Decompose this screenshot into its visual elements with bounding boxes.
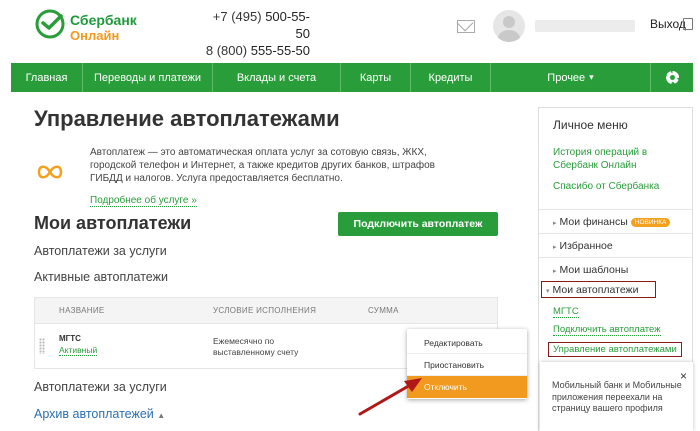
services-autopayments-title: Автоплатежи за услуги — [34, 244, 167, 258]
nav-item-home[interactable]: Главная — [11, 63, 83, 92]
sidebar-item-templates[interactable]: ▸ Мои шаблоны — [539, 257, 692, 281]
logout-link[interactable]: Выход — [650, 17, 686, 31]
sidebar-subitem-mgts[interactable]: МГТС — [553, 306, 579, 318]
chevron-right-icon: ▸ — [553, 220, 557, 227]
sidebar-subitem-manage[interactable]: Управление автоплатежами — [548, 342, 682, 357]
active-autopayments-title: Активные автоплатежи — [34, 270, 168, 284]
column-header-name[interactable]: Название — [59, 306, 105, 315]
archive-label: Архив автоплатежей — [34, 407, 154, 421]
table-header: Название Условие исполнения Сумма — [35, 298, 497, 324]
phone-russia: 8 (800) 555-55-50 — [205, 43, 310, 58]
row-condition: Ежемесячно по выставленному счету — [213, 336, 299, 357]
phone-moscow: +7 (495) 500-55-50 — [212, 9, 310, 41]
services-autopayments-title-2: Автоплатежи за услуги — [34, 380, 167, 394]
chevron-down-icon: ▾ — [546, 288, 550, 295]
username-blurred[interactable] — [535, 20, 635, 32]
chevron-right-icon: ▸ — [553, 268, 557, 275]
header: Сбербанк Онлайн +7 (495) 500-55-50 8 (80… — [0, 0, 700, 62]
logo-text-sberbank: Сбербанк — [70, 12, 137, 28]
column-header-condition[interactable]: Условие исполнения — [213, 306, 316, 315]
autopayment-description: Автоплатеж — это автоматическая оплата у… — [90, 147, 435, 184]
sidebar-link-thanks[interactable]: Спасибо от Сбербанка — [553, 180, 659, 193]
nav-item-deposits[interactable]: Вклады и счета — [213, 63, 341, 92]
sidebar-item-my-autopayments[interactable]: ▾ Мои автоплатежи — [541, 281, 656, 298]
row-status[interactable]: Активный — [59, 345, 98, 356]
infinity-icon — [37, 165, 63, 179]
main-navigation: Главная Переводы и платежи Вклады и счет… — [11, 63, 693, 92]
mail-icon[interactable] — [457, 20, 475, 33]
more-about-service-link[interactable]: Подробнее об услуге » — [90, 195, 197, 207]
nav-item-transfers[interactable]: Переводы и платежи — [83, 63, 213, 92]
settings-button[interactable] — [651, 63, 693, 92]
sberbank-logo[interactable]: Сбербанк Онлайн — [34, 8, 184, 48]
chevron-right-icon: ▸ — [553, 244, 557, 251]
new-badge: новинка — [630, 217, 671, 227]
avatar[interactable] — [493, 10, 525, 42]
my-autopayments-title: Мои автоплатежи — [34, 213, 192, 233]
sidebar-link-history[interactable]: История операций в Сбербанк Онлайн — [553, 146, 683, 172]
sberbank-logo-icon — [35, 9, 65, 39]
drag-handle-icon[interactable] — [39, 338, 45, 354]
popup-text: Мобильный банк и Мобильные приложения пе… — [552, 380, 682, 413]
chevron-up-icon: ▲ — [157, 411, 166, 420]
personal-menu-title: Личное меню — [553, 118, 628, 132]
logout-icon[interactable] — [683, 18, 693, 30]
close-icon[interactable]: × — [680, 370, 692, 382]
column-header-amount[interactable]: Сумма — [368, 306, 399, 315]
connect-autopayment-button[interactable]: Подключить автоплатеж — [338, 212, 498, 236]
sidebar-item-my-finances[interactable]: ▸ Мои финансы новинка — [539, 209, 692, 233]
nav-item-other[interactable]: Прочее ▾ — [491, 63, 651, 92]
sidebar-item-favorites[interactable]: ▸ Избранное — [539, 233, 692, 257]
logo-text-online: Онлайн — [70, 28, 120, 43]
page-title: Управление автоплатежами — [34, 106, 340, 131]
annotation-arrow-icon — [358, 378, 422, 416]
sidebar-subitem-connect[interactable]: Подключить автоплатеж — [553, 324, 661, 336]
mobile-bank-notice-popup: Мобильный банк и Мобильные приложения пе… — [540, 362, 693, 431]
phone-numbers: +7 (495) 500-55-50 8 (800) 555-55-50 — [200, 8, 310, 59]
nav-item-credits[interactable]: Кредиты — [411, 63, 491, 92]
nav-item-cards[interactable]: Карты — [341, 63, 411, 92]
chevron-down-icon: ▾ — [589, 72, 594, 82]
archive-autopayments-toggle[interactable]: Архив автоплатежей ▲ — [34, 407, 165, 421]
gear-icon — [665, 71, 679, 84]
menu-item-edit[interactable]: Редактировать — [407, 332, 527, 354]
row-name: МГТС — [59, 334, 81, 343]
